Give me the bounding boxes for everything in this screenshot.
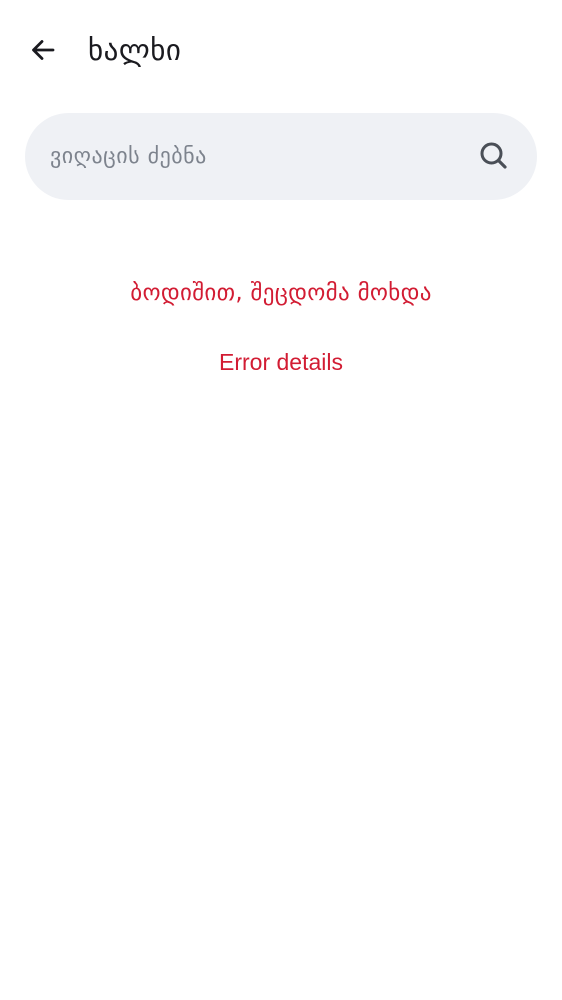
search-icon[interactable] [477,139,511,173]
search-input[interactable] [50,113,450,200]
search-bar[interactable] [25,113,537,200]
page-title: ხალხი [88,33,182,67]
back-button[interactable] [24,31,62,69]
error-details-link[interactable]: Error details [0,345,562,379]
app-bar: ხალხი [0,0,562,100]
arrow-left-icon [32,40,55,60]
error-message: ბოდიშით, შეცდომა მოხდა [130,280,432,306]
